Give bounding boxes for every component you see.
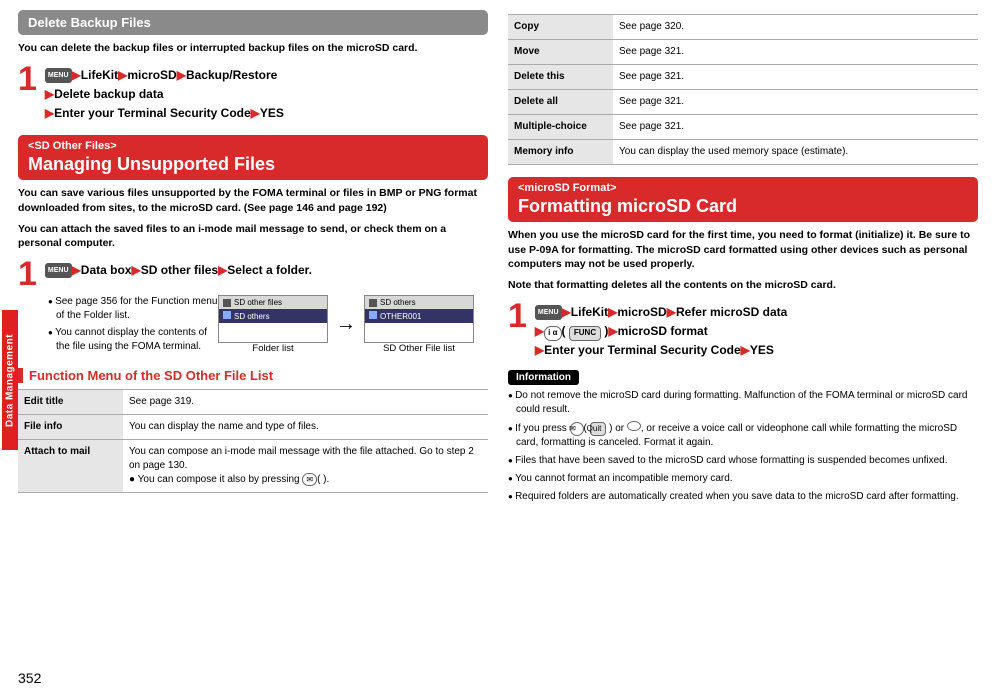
screen-folder-list: SD other files SD others Folder list <box>218 295 328 354</box>
table-val: See page 321. <box>613 65 978 90</box>
table-key: Edit title <box>18 390 123 415</box>
left-column: Delete Backup Files You can delete the b… <box>18 10 488 508</box>
screen-header: SD others <box>365 296 473 309</box>
table-val: You can display the used memory space (e… <box>613 140 978 165</box>
table-val: You can display the name and type of fil… <box>123 415 488 440</box>
table-row: CopySee page 320. <box>508 15 978 40</box>
step-1-format: 1 MENU▶LifeKit▶microSD▶Refer microSD dat… <box>508 299 978 361</box>
info-item: You cannot format an incompatible memory… <box>508 472 978 486</box>
step-1-sd: 1 MENU▶Data box▶SD other files▶Select a … <box>18 257 488 291</box>
function-table-1: Edit titleSee page 319. File infoYou can… <box>18 389 488 493</box>
step-body: MENU▶LifeKit▶microSD▶Backup/Restore ▶Del… <box>45 62 284 124</box>
intro-format-a: When you use the microSD card for the fi… <box>508 228 978 272</box>
info-item: Required folders are automatically creat… <box>508 490 978 504</box>
intro-format-b: Note that formatting deletes all the con… <box>508 278 978 293</box>
path-microsd: microSD <box>127 68 176 82</box>
ialpha-icon: i α <box>544 326 561 341</box>
heading-main: Formatting microSD Card <box>518 196 968 217</box>
step-1-delete: 1 MENU▶LifeKit▶microSD▶Backup/Restore ▶D… <box>18 62 488 124</box>
table-row: Multiple-choiceSee page 321. <box>508 115 978 140</box>
table-row: Memory infoYou can display the used memo… <box>508 140 978 165</box>
screen-line: SD others <box>234 312 270 321</box>
screen-line: OTHER001 <box>380 312 421 321</box>
heading-main: Managing Unsupported Files <box>28 154 478 175</box>
menu-icon: MENU <box>535 305 562 320</box>
table-key: Multiple-choice <box>508 115 613 140</box>
information-list: Do not remove the microSD card during fo… <box>508 389 978 504</box>
end-key-icon <box>627 421 641 431</box>
step-body: MENU▶LifeKit▶microSD▶Refer microSD data … <box>535 299 787 361</box>
bullets-sd: See page 356 for the Function menu of th… <box>48 295 218 358</box>
mail-icon: ✉ <box>302 473 317 486</box>
table-val: See page 321. <box>613 40 978 65</box>
path-microsd: microSD <box>617 305 666 319</box>
func-softkey: FUNC <box>569 326 601 341</box>
page-number: 352 <box>18 670 41 686</box>
path-delete-data: Delete backup data <box>54 87 163 101</box>
path-security: Enter your Terminal Security Code <box>54 106 251 120</box>
path-sdother: SD other files <box>141 263 218 277</box>
path-lifekit: LifeKit <box>571 305 608 319</box>
menu-icon: MENU <box>45 68 72 83</box>
intro-sd-b: You can attach the saved files to an i-m… <box>18 222 488 251</box>
table-val: See page 321. <box>613 90 978 115</box>
path-select-folder: Select a folder. <box>227 263 312 277</box>
table-val: You can compose an i-mode mail message w… <box>123 440 488 493</box>
table-key: File info <box>18 415 123 440</box>
table-row: Attach to mail You can compose an i-mode… <box>18 440 488 493</box>
table-key: Copy <box>508 15 613 40</box>
step-number: 1 <box>18 62 37 96</box>
table-key: Delete all <box>508 90 613 115</box>
table-row: File infoYou can display the name and ty… <box>18 415 488 440</box>
screen-file-list: SD others OTHER001 SD Other File list <box>364 295 474 354</box>
table-key: Memory info <box>508 140 613 165</box>
table-val: See page 319. <box>123 390 488 415</box>
softkey-blank: ( ). <box>317 474 329 485</box>
function-menu-title: Function Menu of the SD Other File List <box>18 368 488 383</box>
table-val: See page 320. <box>613 15 978 40</box>
heading-format: <microSD Format> Formatting microSD Card <box>508 177 978 222</box>
table-row: Delete allSee page 321. <box>508 90 978 115</box>
caption-file: SD Other File list <box>364 343 474 354</box>
table-key: Move <box>508 40 613 65</box>
intro-delete-backup: You can delete the backup files or inter… <box>18 41 488 56</box>
path-security: Enter your Terminal Security Code <box>544 343 741 357</box>
info-item: Do not remove the microSD card during fo… <box>508 389 978 417</box>
table-key: Attach to mail <box>18 440 123 493</box>
mail-icon: ✉ <box>570 422 584 435</box>
info-item: If you press ✉( Quit ) or , or receive a… <box>508 421 978 450</box>
bullet-item: You cannot display the contents of the f… <box>48 326 218 354</box>
step-number: 1 <box>508 299 527 333</box>
bullet-item: See page 356 for the Function menu of th… <box>48 295 218 323</box>
path-yes: YES <box>750 343 774 357</box>
path-backup: Backup/Restore <box>186 68 277 82</box>
info-item: Files that have been saved to the microS… <box>508 454 978 468</box>
path-format: microSD format <box>618 324 708 338</box>
heading-tag: <microSD Format> <box>518 182 968 194</box>
page-content: Delete Backup Files You can delete the b… <box>0 0 1004 508</box>
table-val: See page 321. <box>613 115 978 140</box>
path-lifekit: LifeKit <box>81 68 118 82</box>
table-key: Delete this <box>508 65 613 90</box>
function-table-2: CopySee page 320. MoveSee page 321. Dele… <box>508 14 978 165</box>
table-row: Delete thisSee page 321. <box>508 65 978 90</box>
table-row: Edit titleSee page 319. <box>18 390 488 415</box>
path-refer: Refer microSD data <box>676 305 787 319</box>
right-column: CopySee page 320. MoveSee page 321. Dele… <box>508 10 978 508</box>
arrow-icon: → <box>336 313 356 336</box>
intro-sd-a: You can save various files unsupported b… <box>18 186 488 215</box>
caption-folder: Folder list <box>218 343 328 354</box>
table-row: MoveSee page 321. <box>508 40 978 65</box>
heading-delete-backup: Delete Backup Files <box>18 10 488 35</box>
step-number: 1 <box>18 257 37 291</box>
information-heading: Information <box>508 370 579 385</box>
step-body: MENU▶Data box▶SD other files▶Select a fo… <box>45 257 488 280</box>
heading-sd-other: <SD Other Files> Managing Unsupported Fi… <box>18 135 488 180</box>
menu-icon: MENU <box>45 263 72 278</box>
path-databox: Data box <box>81 263 132 277</box>
path-yes: YES <box>260 106 284 120</box>
heading-tag: <SD Other Files> <box>28 140 478 152</box>
screen-header: SD other files <box>219 296 327 309</box>
quit-softkey: Quit <box>590 422 607 435</box>
